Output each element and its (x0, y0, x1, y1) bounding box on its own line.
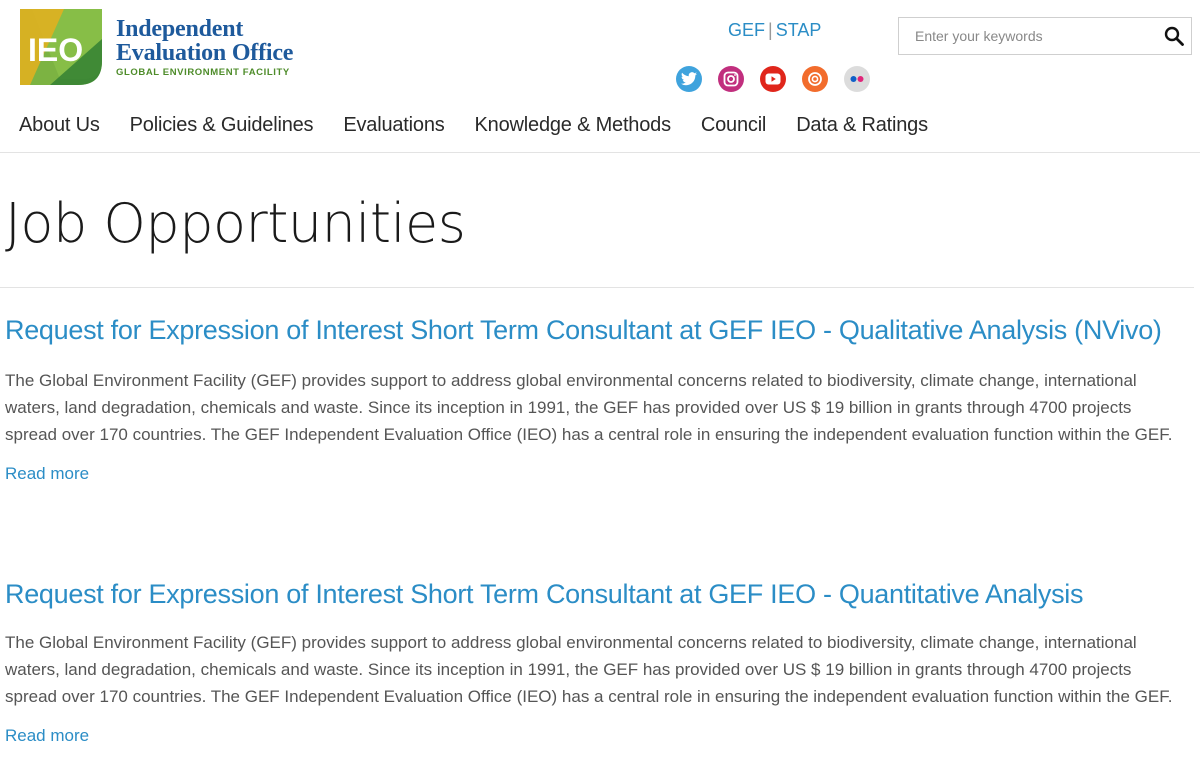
job-summary: The Global Environment Facility (GEF) pr… (5, 633, 1173, 706)
read-more-link[interactable]: Read more (5, 464, 89, 484)
logo-wordmark: Independent Evaluation Office GLOBAL ENV… (116, 17, 293, 78)
job-listing: Request for Expression of Interest Short… (5, 313, 1185, 484)
youtube-icon[interactable] (760, 66, 786, 92)
social-links (676, 66, 870, 92)
job-listing: Request for Expression of Interest Short… (5, 577, 1185, 746)
nav-item-evaluations[interactable]: Evaluations (343, 114, 444, 137)
search-input[interactable] (913, 20, 1157, 52)
logo-line-2: Evaluation Office (116, 39, 294, 66)
search-icon (1164, 26, 1184, 46)
ieo-logo-mark: IEO (20, 9, 102, 85)
instagram-icon[interactable] (718, 66, 744, 92)
read-more-link[interactable]: Read more (5, 726, 89, 746)
job-title-link[interactable]: Request for Expression of Interest Short… (5, 577, 1185, 611)
search-box (898, 17, 1192, 55)
flickr-icon[interactable] (844, 66, 870, 92)
nav-item-data-ratings[interactable]: Data & Ratings (796, 114, 928, 137)
ieo-logo[interactable]: IEO Independent Evaluation Office GLOBAL… (20, 9, 293, 85)
nav-item-council[interactable]: Council (701, 114, 767, 137)
logo-line-1: Independent (116, 15, 244, 42)
logo-mark-text: IEO (28, 32, 83, 68)
nav-item-knowledge-methods[interactable]: Knowledge & Methods (475, 114, 672, 137)
site-header: IEO Independent Evaluation Office GLOBAL… (0, 0, 1200, 153)
search-button[interactable] (1157, 19, 1191, 53)
title-divider (0, 287, 1194, 288)
nav-item-policies-guidelines[interactable]: Policies & Guidelines (130, 114, 314, 137)
stap-link[interactable]: STAP (776, 20, 822, 40)
main-nav: About Us Policies & Guidelines Evaluatio… (19, 114, 958, 137)
job-summary: The Global Environment Facility (GEF) pr… (5, 371, 1173, 444)
gef-link[interactable]: GEF (728, 20, 765, 40)
top-links: GEF | STAP (728, 20, 821, 41)
twitter-icon[interactable] (676, 66, 702, 92)
job-title-link[interactable]: Request for Expression of Interest Short… (5, 313, 1185, 347)
logo-line-3: GLOBAL ENVIRONMENT FACILITY (116, 66, 290, 78)
top-links-separator: | (768, 20, 773, 40)
issuu-icon[interactable] (802, 66, 828, 92)
nav-item-about-us[interactable]: About Us (19, 114, 100, 137)
page-title: Job Opportunities (5, 192, 466, 255)
